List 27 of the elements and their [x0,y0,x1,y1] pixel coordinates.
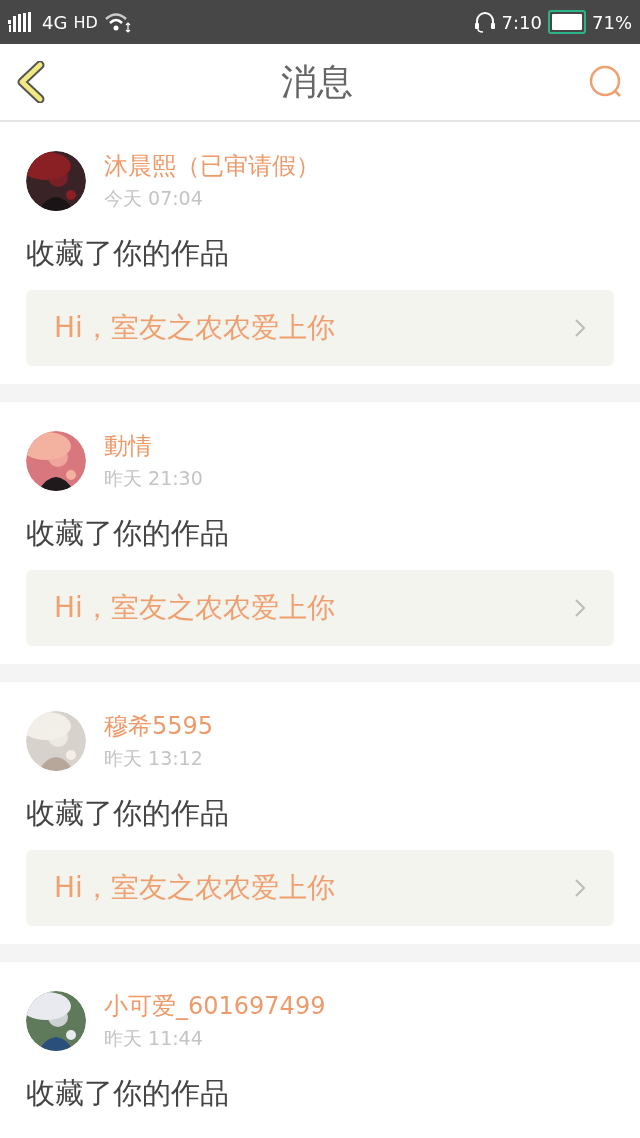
back-button[interactable] [16,61,46,103]
chevron-icon [574,318,586,338]
user-name[interactable]: 小可爱_601697499 [104,990,326,1022]
network-type: 4G [42,11,68,33]
chevron-icon [574,598,586,618]
work-link[interactable]: Hi，室友之农农爱上你 [26,290,614,366]
message-text: 收藏了你的作品 [26,235,230,272]
timestamp: 昨天 13:12 [104,746,204,771]
battery-icon [548,10,586,34]
timestamp: 昨天 11:44 [104,1026,204,1051]
chevron-icon [574,878,586,898]
user-name[interactable]: 沐晨熙（已审请假） [104,150,320,182]
message-text: 收藏了你的作品 [26,1075,230,1112]
timestamp: 昨天 21:30 [104,466,203,491]
wifi-icon [103,11,132,33]
work-link[interactable]: Hi，室友之农农爱上你 [26,850,614,926]
battery-percent: 71% [592,11,632,33]
work-link[interactable]: Hi，室友之农农爱上你 [26,570,614,646]
clock: 7:10 [501,11,542,33]
hd-indicator: HD [73,12,98,32]
user-name[interactable]: 穆希5595 [104,710,214,742]
page-title: 消息 [281,59,353,104]
headset-icon [473,10,496,34]
message-text: 收藏了你的作品 [26,795,230,832]
timestamp: 今天 07:04 [104,186,204,211]
user-name[interactable]: 動情 [104,430,203,462]
message-text: 收藏了你的作品 [26,515,230,552]
